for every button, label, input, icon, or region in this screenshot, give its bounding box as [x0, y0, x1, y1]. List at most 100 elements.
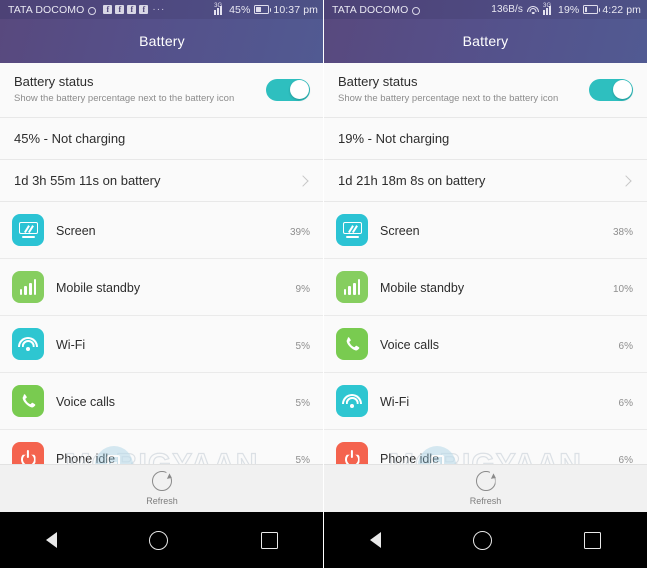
chevron-right-icon	[297, 174, 309, 187]
battery-icon	[583, 5, 601, 14]
navigation-bar	[324, 512, 647, 568]
refresh-label: Refresh	[469, 496, 502, 506]
battery-status-subtitle: Show the battery percentage next to the …	[338, 93, 559, 104]
usage-percent-label: 5%	[295, 398, 310, 409]
usage-row-body: Wi-Fi 6%	[380, 393, 633, 409]
network-type-label: 3G	[543, 2, 552, 9]
usage-list-left: Screen 39% Mobile standby 9% Wi-Fi 5% Voice ca…	[0, 202, 324, 487]
signal-bars-icon	[343, 279, 361, 295]
usage-percent-label: 6%	[618, 398, 633, 409]
home-button-icon[interactable]	[473, 530, 492, 550]
usage-app-icon	[336, 214, 368, 246]
refresh-icon	[475, 471, 497, 491]
battery-percent-label: 19%	[558, 3, 580, 16]
phone-call-icon	[22, 394, 36, 408]
battery-status-row[interactable]: Battery status Show the battery percenta…	[324, 63, 647, 118]
uptime-row[interactable]: 1d 21h 18m 8s on battery	[324, 160, 647, 202]
signal-strength-icon: 3G	[214, 2, 225, 15]
settings-content: Battery status Show the battery percenta…	[324, 63, 647, 487]
usage-row[interactable]: Wi-Fi 5%	[0, 316, 324, 373]
page-title: Battery	[139, 33, 185, 49]
navigation-bar	[0, 512, 324, 568]
battery-percent-label: 45%	[229, 3, 251, 16]
screen-icon	[342, 222, 362, 238]
battery-status-title: Battery status	[338, 74, 418, 89]
battery-percentage-toggle[interactable]	[589, 78, 633, 101]
uptime-label: 1d 3h 55m 11s on battery	[14, 173, 161, 188]
uptime-row[interactable]: 1d 3h 55m 11s on battery	[0, 160, 324, 202]
battery-status-text: Battery status Show the battery percenta…	[338, 74, 579, 105]
signal-strength-icon: 3G	[543, 2, 554, 15]
usage-percent-label: 39%	[289, 227, 310, 238]
usage-row-body: Mobile standby 9%	[56, 279, 310, 295]
usage-app-name: Screen	[380, 224, 420, 238]
clock-label: 10:37 pm	[273, 3, 318, 16]
carrier-name: TATA DOCOMO	[8, 3, 85, 16]
recent-apps-button-icon[interactable]	[260, 531, 278, 549]
usage-row-body: Wi-Fi 5%	[56, 336, 310, 352]
facebook-icon: f	[127, 5, 137, 14]
network-type-label: 3G	[214, 2, 223, 9]
screen-icon	[18, 222, 38, 238]
usage-app-name: Voice calls	[380, 338, 440, 352]
battery-icon	[254, 5, 272, 14]
wifi-icon	[18, 336, 38, 352]
refresh-icon	[152, 471, 174, 491]
usage-row[interactable]: Wi-Fi 6%	[324, 373, 647, 430]
battery-status-row[interactable]: Battery status Show the battery percenta…	[0, 63, 324, 118]
wifi-icon	[342, 393, 362, 409]
usage-row[interactable]: Mobile standby 9%	[0, 259, 324, 316]
usage-app-name: Wi-Fi	[56, 338, 86, 352]
app-bar: Battery	[324, 19, 647, 63]
page-title: Battery	[462, 33, 509, 49]
battery-status-text: Battery status Show the battery percenta…	[14, 74, 256, 105]
usage-row[interactable]: Voice calls 6%	[324, 316, 647, 373]
usage-row-body: Screen 39%	[56, 222, 310, 238]
battery-percentage-toggle[interactable]	[266, 78, 310, 101]
usage-app-icon	[336, 328, 368, 360]
battery-status-title: Battery status	[14, 74, 94, 89]
notification-icons: f f f f ···	[103, 4, 165, 15]
status-bar-right: 3G 45% 10:37 pm	[214, 2, 318, 16]
toggle-knob	[289, 80, 309, 99]
usage-list-right: Screen 38% Mobile standby 10% Voice calls 6% W…	[324, 202, 647, 487]
clock-label: 4:22 pm	[602, 3, 641, 16]
usage-row[interactable]: Voice calls 5%	[0, 373, 324, 430]
charging-status-row: 45% - Not charging	[0, 118, 324, 160]
back-button-icon[interactable]	[370, 532, 381, 548]
back-button-icon[interactable]	[46, 532, 58, 548]
app-bar: Battery	[0, 19, 324, 63]
charging-status-row: 19% - Not charging	[324, 118, 647, 160]
usage-app-icon	[336, 271, 368, 303]
refresh-button[interactable]: Refresh	[0, 464, 324, 512]
home-button-icon[interactable]	[149, 530, 169, 550]
usage-row-body: Screen 38%	[380, 222, 633, 238]
facebook-icon: f	[103, 5, 113, 14]
refresh-label: Refresh	[146, 496, 178, 506]
usage-row[interactable]: Screen 38%	[324, 202, 647, 259]
smiley-status-icon	[412, 6, 421, 15]
usage-percent-label: 9%	[295, 284, 310, 295]
usage-app-name: Wi-Fi	[380, 395, 410, 409]
usage-app-name: Mobile standby	[380, 281, 465, 295]
recent-apps-button-icon[interactable]	[584, 531, 601, 549]
usage-row[interactable]: Screen 39%	[0, 202, 324, 259]
refresh-button[interactable]: Refresh	[324, 464, 647, 512]
charging-status-label: 19% - Not charging	[338, 131, 450, 146]
usage-app-icon	[12, 271, 44, 303]
phone-screen-right: TATA DOCOMO 136B/s 3G 19% 4:22 pm Batter…	[324, 0, 647, 568]
usage-row-body: Voice calls 5%	[56, 393, 310, 409]
usage-row-body: Voice calls 6%	[380, 336, 633, 352]
usage-percent-label: 10%	[612, 284, 633, 295]
usage-app-icon	[336, 385, 368, 417]
chevron-right-icon	[620, 174, 632, 187]
status-bar-right: 136B/s 3G 19% 4:22 pm	[491, 2, 641, 16]
smiley-status-icon	[88, 6, 97, 15]
facebook-icon: f	[139, 5, 149, 14]
usage-row[interactable]: Mobile standby 10%	[324, 259, 647, 316]
usage-percent-label: 5%	[295, 341, 310, 352]
facebook-icon: f	[115, 5, 125, 14]
panel-divider	[323, 0, 324, 568]
usage-app-name: Voice calls	[56, 395, 116, 409]
status-bar: TATA DOCOMO f f f f ··· 3G 45% 10:37 pm	[0, 0, 324, 19]
